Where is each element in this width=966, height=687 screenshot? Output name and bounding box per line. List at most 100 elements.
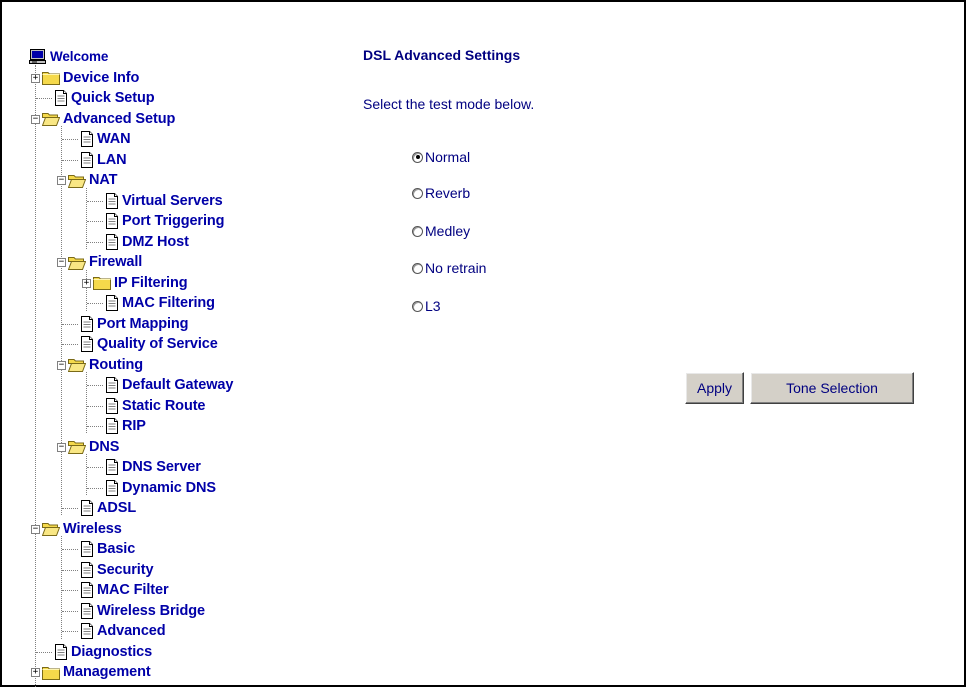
nav-port-triggering[interactable]: Port Triggering xyxy=(29,211,329,232)
folder-closed-icon xyxy=(93,275,111,290)
radio-button[interactable] xyxy=(412,187,423,199)
nav-advanced-setup[interactable]: − Advanced Setup xyxy=(29,109,329,130)
nav-label[interactable]: Static Route xyxy=(122,398,206,414)
tree-connector xyxy=(62,549,78,550)
nav-label[interactable]: LAN xyxy=(97,152,127,168)
nav-adsl[interactable]: ADSL xyxy=(29,498,329,519)
page-title: DSL Advanced Settings xyxy=(363,47,521,63)
nav-dns-server[interactable]: DNS Server xyxy=(29,457,329,478)
nav-device-info[interactable]: + Device Info xyxy=(29,68,329,89)
nav-default-gateway[interactable]: Default Gateway xyxy=(29,375,329,396)
nav-virtual-servers[interactable]: Virtual Servers xyxy=(29,191,329,212)
page-icon xyxy=(105,398,119,414)
nav-label[interactable]: Management xyxy=(63,664,151,680)
nav-label[interactable]: Basic xyxy=(97,541,135,557)
nav-label[interactable]: DMZ Host xyxy=(122,234,189,250)
nav-nat[interactable]: − NAT xyxy=(29,170,329,191)
nav-label[interactable]: Dynamic DNS xyxy=(122,480,216,496)
expand-icon[interactable]: + xyxy=(31,73,40,83)
nav-firewall[interactable]: − Firewall xyxy=(29,252,329,273)
page-icon xyxy=(80,582,94,598)
collapse-icon[interactable]: − xyxy=(57,360,66,370)
test-mode-option-medley[interactable]: Medley xyxy=(412,223,470,239)
nav-mac-filter[interactable]: MAC Filter xyxy=(29,580,329,601)
nav-label[interactable]: Device Info xyxy=(63,70,139,86)
nav-port-mapping[interactable]: Port Mapping xyxy=(29,314,329,335)
nav-label[interactable]: Quality of Service xyxy=(97,336,218,352)
nav-label[interactable]: MAC Filter xyxy=(97,582,169,598)
nav-label[interactable]: Virtual Servers xyxy=(122,193,223,209)
nav-management[interactable]: + Management xyxy=(29,662,329,683)
collapse-icon[interactable]: − xyxy=(57,258,66,267)
apply-button[interactable]: Apply xyxy=(685,372,744,404)
nav-routing[interactable]: − Routing xyxy=(29,355,329,376)
test-mode-option-l3[interactable]: L3 xyxy=(412,298,441,314)
page-icon xyxy=(80,336,94,352)
tree-connector xyxy=(87,303,103,304)
nav-label[interactable]: DNS Server xyxy=(122,459,201,475)
nav-lan[interactable]: LAN xyxy=(29,150,329,171)
radio-button[interactable] xyxy=(412,151,423,163)
nav-label[interactable]: Advanced xyxy=(97,623,166,639)
nav-label[interactable]: Welcome xyxy=(50,49,108,65)
tree-connector xyxy=(62,631,78,632)
computer-icon xyxy=(29,49,47,65)
nav-advanced[interactable]: Advanced xyxy=(29,621,329,642)
nav-mac-filtering[interactable]: MAC Filtering xyxy=(29,293,329,314)
radio-button[interactable] xyxy=(412,300,423,312)
collapse-icon[interactable]: − xyxy=(31,524,40,534)
radio-label: No retrain xyxy=(425,260,487,276)
nav-label[interactable]: NAT xyxy=(89,172,118,188)
page-icon xyxy=(105,418,119,434)
test-mode-option-normal[interactable]: Normal xyxy=(412,149,470,165)
tone-selection-button[interactable]: Tone Selection xyxy=(750,372,914,404)
nav-rip[interactable]: RIP xyxy=(29,416,329,437)
nav-label[interactable]: Port Triggering xyxy=(122,213,225,229)
page-icon xyxy=(105,295,119,311)
nav-label[interactable]: Routing xyxy=(89,357,143,373)
nav-wan[interactable]: WAN xyxy=(29,129,329,150)
collapse-icon[interactable]: − xyxy=(57,442,66,452)
nav-label[interactable]: Wireless Bridge xyxy=(97,603,205,619)
nav-dns[interactable]: − DNS xyxy=(29,437,329,458)
radio-label: Medley xyxy=(425,223,471,239)
nav-label[interactable]: Wireless xyxy=(63,521,122,537)
nav-label[interactable]: Port Mapping xyxy=(97,316,189,332)
nav-security[interactable]: Security xyxy=(29,560,329,581)
nav-label[interactable]: Firewall xyxy=(89,254,142,270)
nav-diagnostics[interactable]: Diagnostics xyxy=(29,642,329,663)
nav-wireless[interactable]: − Wireless xyxy=(29,519,329,540)
nav-quick-setup[interactable]: Quick Setup xyxy=(29,88,329,109)
nav-label[interactable]: WAN xyxy=(97,131,131,147)
expand-icon[interactable]: + xyxy=(31,668,40,677)
nav-static-route[interactable]: Static Route xyxy=(29,396,329,417)
collapse-icon[interactable]: − xyxy=(31,114,40,124)
nav-label[interactable]: RIP xyxy=(122,418,146,434)
page-icon xyxy=(80,603,94,619)
tree-connector xyxy=(36,651,52,653)
radio-button[interactable] xyxy=(412,225,423,237)
nav-quality-of-service[interactable]: Quality of Service xyxy=(29,334,329,355)
nav-ip-filtering[interactable]: + IP Filtering xyxy=(29,273,329,294)
nav-basic[interactable]: Basic xyxy=(29,539,329,560)
nav-label[interactable]: MAC Filtering xyxy=(122,295,215,311)
test-mode-option-reverb[interactable]: Reverb xyxy=(412,185,470,201)
test-mode-option-no-retrain[interactable]: No retrain xyxy=(412,260,486,276)
nav-label[interactable]: Default Gateway xyxy=(122,377,233,393)
radio-button[interactable] xyxy=(412,262,423,274)
nav-label[interactable]: Quick Setup xyxy=(71,90,155,106)
expand-icon[interactable]: + xyxy=(82,278,91,288)
tree-connector xyxy=(62,344,78,345)
nav-dynamic-dns[interactable]: Dynamic DNS xyxy=(29,478,329,499)
nav-wireless-bridge[interactable]: Wireless Bridge xyxy=(29,601,329,622)
nav-label[interactable]: IP Filtering xyxy=(114,275,188,291)
nav-label[interactable]: Diagnostics xyxy=(71,644,152,660)
collapse-icon[interactable]: − xyxy=(57,176,66,185)
nav-label[interactable]: Advanced Setup xyxy=(63,111,175,127)
nav-label[interactable]: Security xyxy=(97,562,154,578)
nav-welcome[interactable]: Welcome xyxy=(29,47,329,68)
nav-label[interactable]: DNS xyxy=(89,439,119,455)
nav-label[interactable]: ADSL xyxy=(97,500,136,516)
page-icon xyxy=(105,193,119,209)
nav-dmz-host[interactable]: DMZ Host xyxy=(29,232,329,253)
